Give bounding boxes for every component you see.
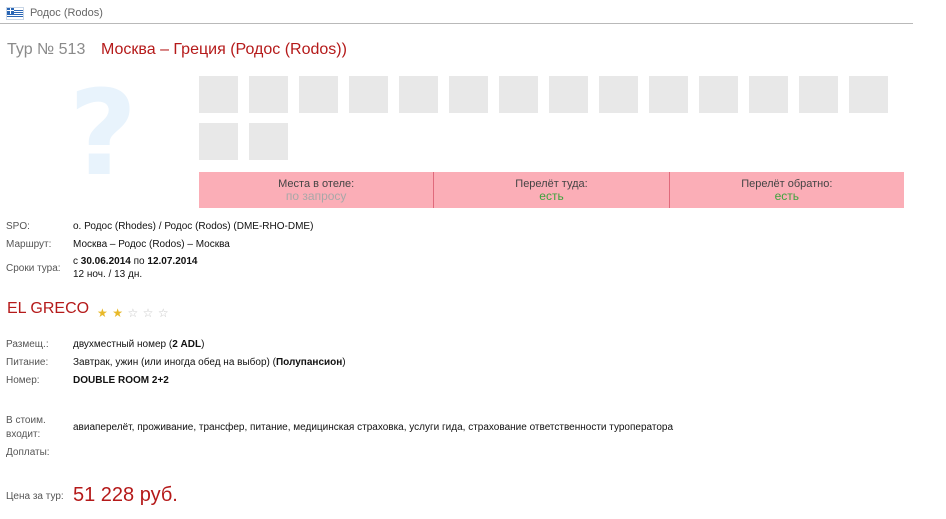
photo-thumbnail[interactable] [649,76,688,113]
hotel-rating: ★ ★ ☆ ☆ ☆ [97,304,169,322]
photo-thumbnail[interactable] [599,76,638,113]
no-photo-placeholder-icon: ? [68,64,138,202]
route-value: Москва – Родос (Rodos) – Москва [73,239,230,250]
includes-label-line2: входит: [6,429,41,440]
availability-flight-back: Перелёт обратно: есть [668,172,904,208]
dates-value: с 30.06.2014 по 12.07.2014 [73,256,198,267]
spo-label: SPO: [6,221,30,232]
photo-thumbnail[interactable] [549,76,588,113]
photo-thumbnail[interactable] [399,76,438,113]
availability-bar: Места в отеле: по запросу Перелёт туда: … [199,172,904,208]
photo-thumbnail[interactable] [699,76,738,113]
date-to: 12.07.2014 [147,256,198,267]
photo-thumbnail[interactable] [299,76,338,113]
photo-thumbnail[interactable] [799,76,838,113]
photo-thumbnail[interactable] [749,76,788,113]
tour-route-title: Москва – Греция (Родос (Rodos)) [101,41,347,58]
star-filled-icon: ★ [97,306,108,320]
spo-value: о. Родос (Rhodes) / Родос (Rodos) (DME-R… [73,221,314,232]
includes-value: авиаперелёт, проживание, трансфер, питан… [73,422,674,433]
photo-thumbnail[interactable] [849,76,888,113]
availability-value: есть [539,189,564,203]
date-from: 30.06.2014 [80,256,131,267]
star-empty-icon: ☆ [142,306,154,320]
star-empty-icon: ☆ [157,306,169,320]
duration-value: 12 ноч. / 13 дн. [73,269,143,280]
availability-hotel: Места в отеле: по запросу [199,172,433,208]
meals-value: Завтрак, ужин (или иногда обед на выбор)… [73,357,346,368]
photo-thumbnail[interactable] [349,76,388,113]
room-label: Номер: [6,375,40,386]
placement-label: Размещ.: [6,339,49,350]
tour-number: Тур № 513 [7,41,86,58]
availability-value: по запросу [285,189,347,203]
dates-label: Сроки тура: [6,263,61,274]
photo-thumbnail[interactable] [199,76,238,113]
hotel-name[interactable]: EL GRECO [7,300,89,318]
photo-thumbnail[interactable] [249,123,288,160]
photo-thumbnail[interactable] [499,76,538,113]
photo-thumbnail[interactable] [199,123,238,160]
header-divider [0,23,913,24]
includes-label-line1: В стоим. [6,415,46,426]
location-label: Родос (Rodos) [30,7,103,19]
route-label: Маршрут: [6,239,52,250]
price-value: 51 228 руб. [73,484,178,506]
photo-thumbnail[interactable] [249,76,288,113]
greece-flag-icon [6,7,24,20]
extras-label: Доплаты: [6,447,50,458]
placement-value: двухместный номер (2 ADL) [73,339,205,350]
room-value: DOUBLE ROOM 2+2 [73,375,169,386]
photo-thumbnail[interactable] [449,76,488,113]
star-empty-icon: ☆ [127,306,139,320]
meals-label: Питание: [6,357,49,368]
star-filled-icon: ★ [112,306,123,320]
availability-flight-out: Перелёт туда: есть [433,172,668,208]
price-label: Цена за тур: [6,491,64,502]
availability-value: есть [774,189,800,203]
